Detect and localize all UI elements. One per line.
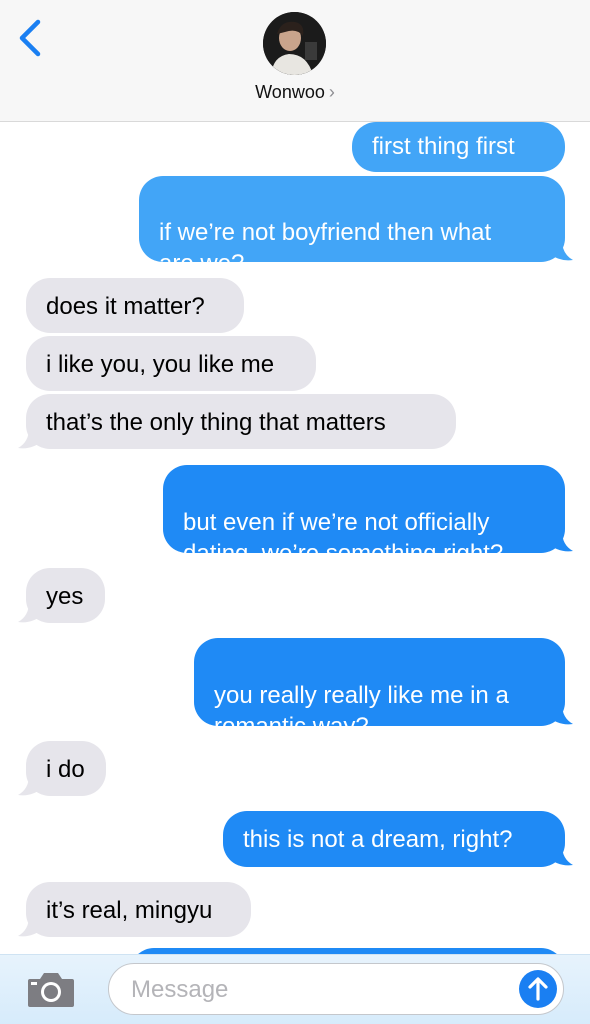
bubble-tail bbox=[548, 704, 573, 725]
bubble-tail bbox=[548, 845, 573, 866]
outgoing-message-bubble[interactable]: you really really like me in a romantic … bbox=[194, 638, 565, 740]
back-button[interactable] bbox=[14, 18, 48, 58]
message-text: does it matter? bbox=[46, 293, 205, 320]
camera-icon bbox=[28, 973, 74, 1007]
message-text: it’s real, mingyu bbox=[46, 897, 213, 924]
chevron-left-icon bbox=[19, 19, 41, 57]
send-button[interactable] bbox=[519, 970, 557, 1008]
bubble-tail bbox=[548, 531, 573, 552]
camera-button[interactable] bbox=[26, 971, 76, 1009]
incoming-message-bubble[interactable]: does it matter? bbox=[26, 278, 244, 333]
bubble-tail bbox=[548, 240, 573, 261]
arrow-up-icon bbox=[528, 977, 548, 1001]
message-text: if we’re not boyfriend then what are we? bbox=[159, 219, 492, 277]
message-thread[interactable]: first thing first if we’re not boyfriend… bbox=[0, 122, 590, 954]
message-text: first thing first bbox=[372, 133, 515, 160]
message-text: i like you, you like me bbox=[46, 351, 275, 378]
message-text: i do bbox=[46, 756, 85, 783]
message-field[interactable] bbox=[108, 963, 564, 1015]
bubble-tail bbox=[18, 602, 43, 623]
message-input[interactable] bbox=[129, 972, 503, 1008]
contact-name-button[interactable]: Wonwoo › bbox=[0, 82, 590, 103]
incoming-message-bubble[interactable]: that’s the only thing that matters bbox=[26, 394, 456, 449]
conversation-header: Wonwoo › bbox=[0, 0, 590, 122]
outgoing-message-bubble[interactable]: this is not a dream, right? bbox=[223, 811, 565, 867]
message-text: that’s the only thing that matters bbox=[46, 409, 386, 436]
contact-name: Wonwoo bbox=[255, 82, 325, 102]
messages-screen: Wonwoo › first thing first if we’re not b… bbox=[0, 0, 590, 1024]
outgoing-message-bubble[interactable]: but even if we’re not officially dating,… bbox=[163, 465, 565, 567]
avatar-photo bbox=[263, 12, 326, 75]
message-text: this is not a dream, right? bbox=[243, 826, 513, 853]
message-text: you really really like me in a romantic … bbox=[214, 682, 509, 740]
bubble-tail bbox=[18, 916, 43, 937]
message-input-bar bbox=[0, 954, 590, 1024]
chevron-right-icon: › bbox=[328, 82, 335, 102]
outgoing-message-bubble[interactable]: if we’re not boyfriend then what are we? bbox=[139, 176, 565, 277]
bubble-tail bbox=[18, 775, 43, 796]
incoming-message-bubble[interactable]: i like you, you like me bbox=[26, 336, 316, 391]
message-text: yes bbox=[46, 583, 84, 610]
bubble-tail bbox=[18, 428, 43, 449]
outgoing-message-bubble[interactable]: first thing first bbox=[352, 122, 565, 172]
avatar[interactable] bbox=[263, 12, 326, 75]
incoming-message-bubble[interactable]: it’s real, mingyu bbox=[26, 882, 251, 937]
message-text: but even if we’re not officially dating,… bbox=[183, 509, 504, 567]
